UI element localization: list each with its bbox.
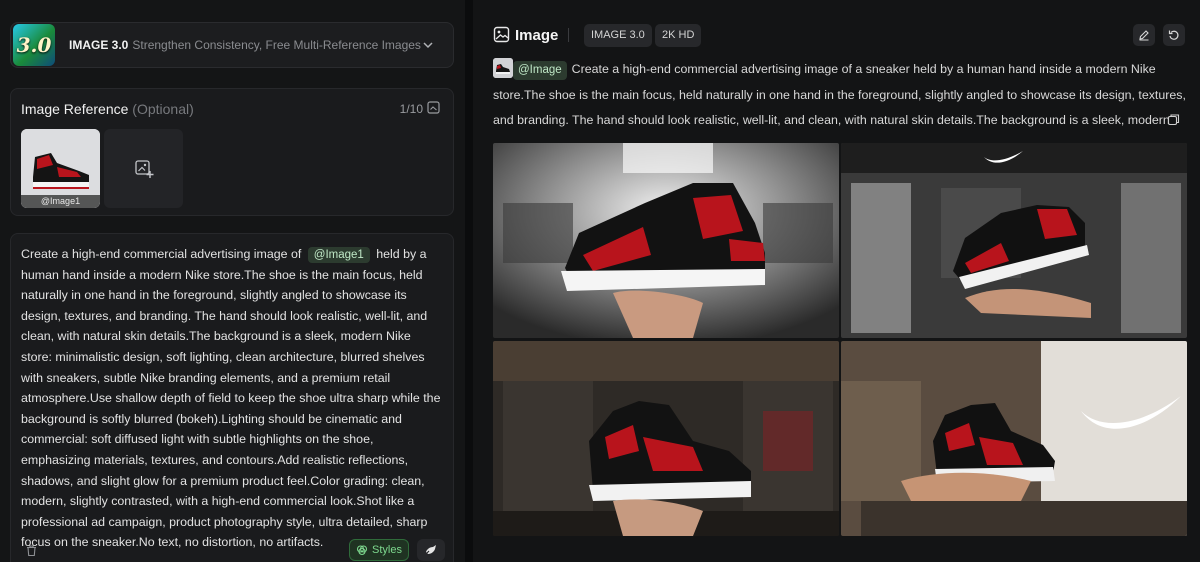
prompt-image-mention: @Image	[513, 61, 567, 80]
prompt-text[interactable]: Create a high-end commercial advertising…	[21, 244, 441, 553]
generated-prompt: @Image Create a high-end commercial adver…	[493, 57, 1193, 135]
reference-thumbnail[interactable]: @Image1	[21, 129, 100, 208]
copy-icon[interactable]	[1167, 113, 1180, 126]
add-reference-button[interactable]	[104, 129, 183, 208]
prompt-reference-thumbnail	[493, 58, 513, 78]
gallery-icon[interactable]	[427, 101, 440, 114]
styles-label: Styles	[372, 544, 402, 556]
image-icon	[493, 26, 510, 43]
brush-button[interactable]	[417, 539, 445, 561]
edit-icon	[1139, 30, 1149, 41]
styles-icon	[356, 545, 368, 556]
regenerate-icon	[1168, 30, 1179, 40]
generated-image-1[interactable]	[493, 143, 839, 338]
brush-icon	[425, 545, 436, 555]
image-reference-title: Image Reference (Optional)	[21, 101, 194, 117]
result-title: Image	[515, 27, 559, 44]
trash-icon[interactable]	[25, 544, 38, 557]
model-tag: IMAGE 3.0	[584, 24, 652, 47]
prompt-text-start: Create a high-end commercial advertising…	[21, 247, 302, 261]
optional-label: (Optional)	[132, 101, 194, 117]
regenerate-button[interactable]	[1163, 24, 1185, 46]
model-logo: 3.0	[13, 24, 55, 66]
generated-image-3[interactable]	[493, 341, 839, 536]
panel-divider	[465, 0, 473, 562]
reference-thumbnail-label: @Image1	[21, 195, 100, 208]
chevron-down-icon[interactable]	[421, 38, 435, 52]
header-separator	[568, 28, 569, 42]
image-mention-chip[interactable]: @Image1	[307, 247, 370, 263]
add-image-icon	[134, 159, 153, 178]
generated-image-2[interactable]	[841, 143, 1187, 338]
model-description: Strengthen Consistency, Free Multi-Refer…	[132, 38, 423, 52]
styles-button[interactable]: Styles	[349, 539, 409, 561]
generated-images-grid	[493, 143, 1187, 536]
prompt-text-rest: held by a human hand inside a modern Nik…	[21, 247, 441, 550]
left-panel: 3.0 IMAGE 3.0 Strengthen Consistency, Fr…	[0, 0, 465, 562]
resolution-tag: 2K HD	[655, 24, 702, 47]
prompt-editor[interactable]: Create a high-end commercial advertising…	[10, 233, 454, 562]
model-selector[interactable]: 3.0 IMAGE 3.0 Strengthen Consistency, Fr…	[10, 22, 454, 68]
result-panel: Image IMAGE 3.0 2K HD @Image Create a hig…	[473, 0, 1200, 562]
edit-button[interactable]	[1133, 24, 1155, 46]
image-reference-panel: Image Reference (Optional) 1/10 @Image1	[10, 88, 454, 216]
generated-prompt-text: Create a high-end commercial advertising…	[493, 62, 1186, 128]
generated-image-4[interactable]	[841, 341, 1187, 536]
image-reference-label: Image Reference	[21, 101, 129, 117]
model-name: IMAGE 3.0	[69, 38, 129, 52]
reference-count: 1/10	[399, 102, 423, 116]
